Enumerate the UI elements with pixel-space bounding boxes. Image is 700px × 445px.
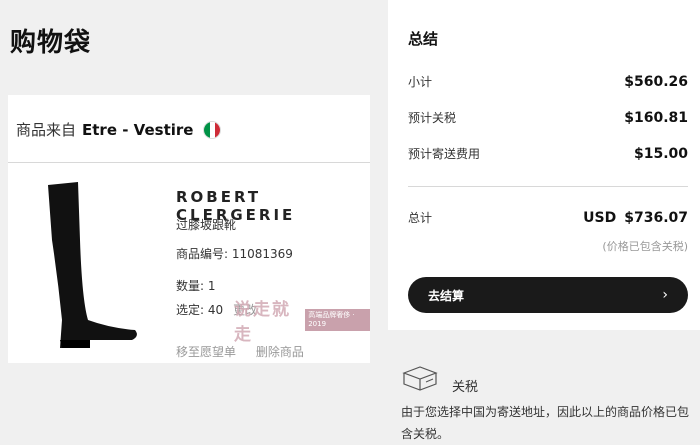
page-title: 购物袋 <box>10 28 92 58</box>
bag-items-panel: 商品来自 Etre - Vestire ROBERT CLERGERIE 过膝坡… <box>8 95 370 363</box>
duties-title: 关税 <box>452 380 479 395</box>
divider <box>8 162 370 163</box>
duties-description: 由于您选择中国为寄送地址，因此以上的商品价格已包含关税。 <box>401 405 690 441</box>
shipping-label: 预计寄送费用 <box>408 147 481 161</box>
move-to-wishlist-link[interactable]: 移至愿望单 <box>176 345 236 359</box>
product-description: 过膝坡跟靴 <box>176 218 237 232</box>
item-actions: 移至愿望单 删除商品 <box>176 343 320 360</box>
product-size-value: 选定: 40 <box>176 303 224 317</box>
watermark-badge: 高端品牌奢侈 · 2019 <box>305 309 370 331</box>
tax-label: 预计关税 <box>408 111 457 125</box>
seller-prefix: 商品来自 <box>16 121 77 139</box>
total-value: $736.07 <box>624 210 688 226</box>
watermark-text: 说走就走 <box>234 300 291 345</box>
italy-flag-icon <box>203 120 222 139</box>
divider <box>408 186 688 187</box>
checkout-label: 去结算 <box>428 288 465 303</box>
total-currency: USD <box>583 210 617 226</box>
seller-line: 商品来自 Etre - Vestire <box>16 119 222 140</box>
remove-item-link[interactable]: 删除商品 <box>256 345 304 359</box>
watermark: 说走就走 高端品牌奢侈 · 2019 <box>234 295 370 345</box>
seller-name[interactable]: Etre - Vestire <box>82 121 193 139</box>
shipping-value: $15.00 <box>633 146 688 162</box>
checkout-button[interactable]: 去结算 › <box>408 277 688 313</box>
summary-title: 总结 <box>408 30 439 48</box>
product-quantity: 数量: 1 <box>176 279 216 293</box>
subtotal-label: 小计 <box>408 75 433 89</box>
total-amount: USD $736.07 <box>583 210 688 226</box>
product-sku: 商品编号: 11081369 <box>176 247 293 261</box>
package-icon <box>402 366 438 391</box>
tax-value: $160.81 <box>624 110 688 126</box>
total-label: 总计 <box>408 211 433 225</box>
subtotal-value: $560.26 <box>624 74 688 90</box>
chevron-right-icon: › <box>662 287 668 303</box>
order-summary-panel: 总结 小计 $560.26 预计关税 $160.81 预计寄送费用 $15.00… <box>388 0 700 330</box>
product-image[interactable] <box>40 180 140 350</box>
tax-included-note: (价格已包含关税) <box>602 240 688 253</box>
